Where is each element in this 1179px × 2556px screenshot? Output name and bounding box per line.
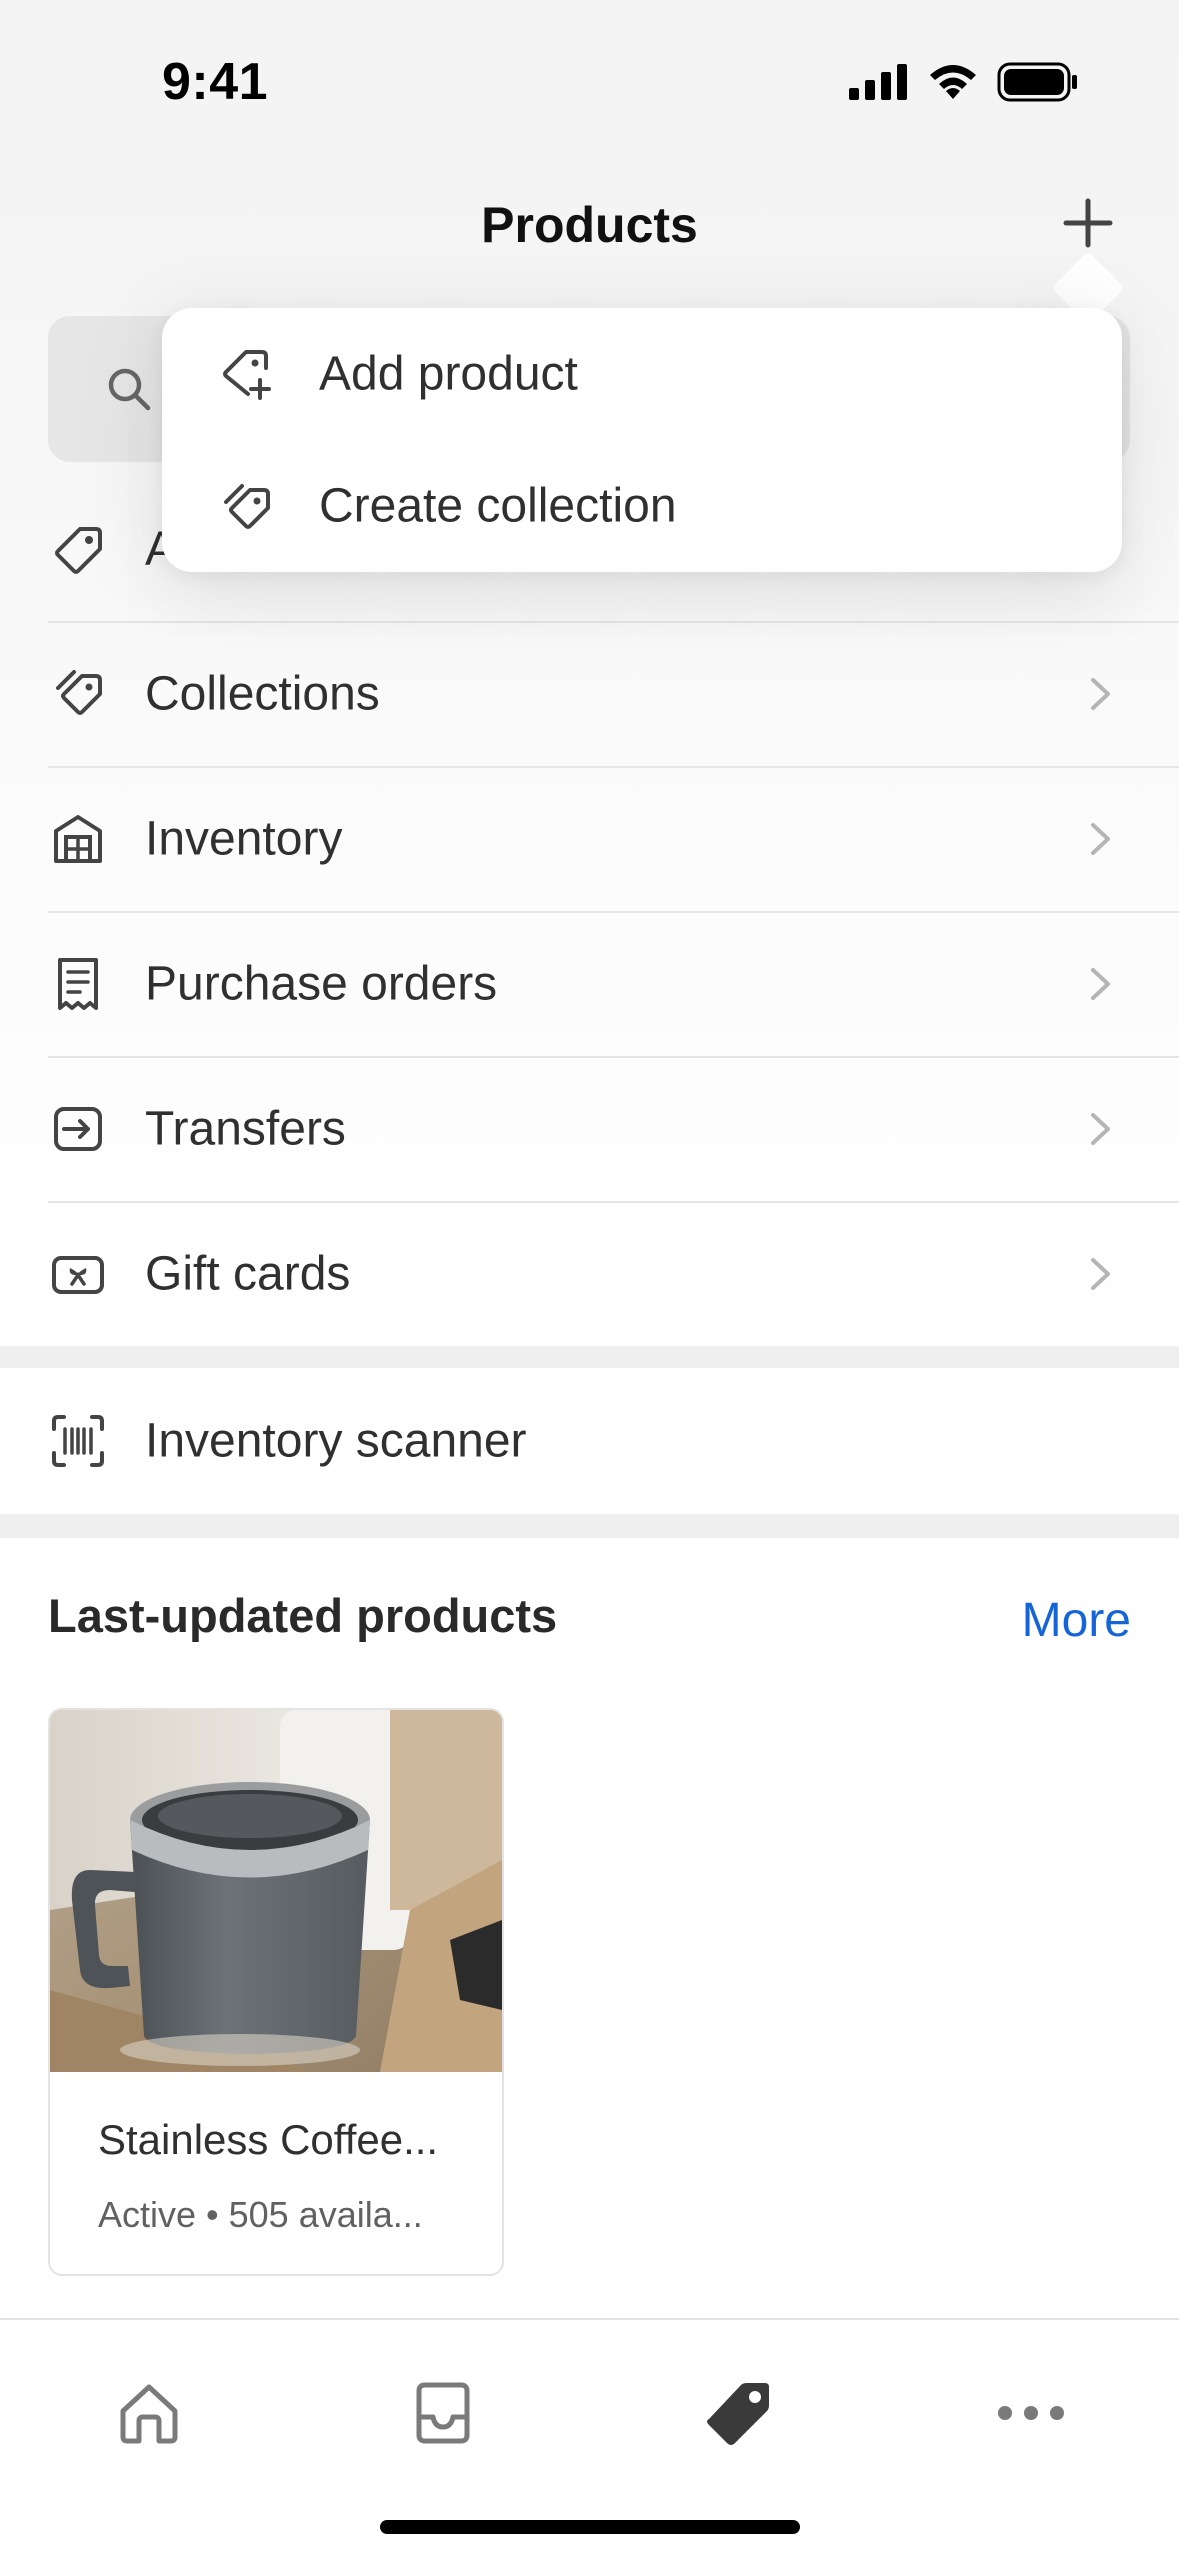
menu-item-label: Purchase orders [145,957,498,1010]
bottom-tab-bar [0,2318,1179,2556]
product-name: Stainless Coffee... [98,2116,439,2163]
status-icons [849,62,1079,102]
create-collection-label: Create collection [319,479,677,533]
tab-orders[interactable] [398,2368,488,2458]
add-button[interactable] [1055,190,1121,256]
gift-card-icon [52,1255,104,1294]
status-time: 9:41 [162,53,269,111]
menu-item-transfers[interactable]: Transfers [0,1056,1179,1201]
product-status: Active • 505 availa... [98,2194,423,2235]
chevron-right-icon [1091,1257,1110,1290]
chevron-right-icon [1091,1112,1110,1145]
menu-item-gift-cards[interactable]: Gift cards [0,1201,1179,1346]
search-icon [108,368,151,411]
divider [48,621,1179,623]
inventory-scanner-label: Inventory scanner [145,1414,527,1468]
plus-icon [1063,198,1113,248]
last-updated-section: Last-updated products More Stainless Cof… [0,1538,1179,2318]
menu-item-label: Gift cards [145,1247,351,1300]
screen: 9:41 Products A Collections Inventory Pu… [0,0,1179,2556]
products-menu: A Collections Inventory Purchase orders … [0,476,1179,1346]
section-separator [0,1346,1179,1368]
menu-item-purchase-orders[interactable]: Purchase orders [0,911,1179,1056]
more-icon [998,2406,1064,2420]
page-title: Products [481,197,698,253]
menu-item-label: Collections [145,667,380,720]
home-indicator [380,2520,800,2534]
create-collection-option[interactable]: Create collection [162,440,1122,572]
divider [48,911,1179,913]
divider [48,1201,1179,1203]
menu-item-label: Transfers [145,1102,346,1155]
menu-item-label: Inventory [145,812,343,865]
tag-plus-icon [223,350,271,400]
add-product-option[interactable]: Add product [162,308,1122,440]
chevron-right-icon [1091,822,1110,855]
wifi-icon [930,65,976,99]
section-title: Last-updated products [48,1589,558,1642]
inbox-icon [416,2382,470,2444]
add-menu-popover: Add product Create collection [162,308,1122,572]
divider [48,766,1179,768]
tab-home[interactable] [104,2368,194,2458]
product-image [50,1710,502,2072]
product-card[interactable]: Stainless Coffee... Active • 505 availa.… [48,1708,504,2276]
tab-products[interactable] [694,2368,784,2458]
status-bar: 9:41 [0,0,1179,170]
chevron-right-icon [1091,677,1110,710]
chevron-right-icon [1091,967,1110,1000]
cellular-signal-icon [849,64,907,100]
tags-icon [56,669,102,715]
tag-icon [707,2383,769,2445]
transfer-icon [54,1106,102,1151]
tag-icon [55,526,102,574]
warehouse-icon [54,814,102,863]
tab-more[interactable] [986,2368,1076,2458]
tags-icon [224,484,270,529]
home-icon [120,2384,178,2444]
divider [48,1056,1179,1058]
section-separator [0,1514,1179,1538]
menu-item-collections[interactable]: Collections [0,621,1179,766]
inventory-scanner-row[interactable]: Inventory scanner [0,1368,1179,1514]
menu-item-inventory[interactable]: Inventory [0,766,1179,911]
battery-icon [997,62,1077,102]
barcode-scanner-icon [52,1415,104,1467]
add-product-label: Add product [319,347,578,401]
receipt-icon [58,957,98,1010]
more-link[interactable]: More [1022,1593,1131,1648]
